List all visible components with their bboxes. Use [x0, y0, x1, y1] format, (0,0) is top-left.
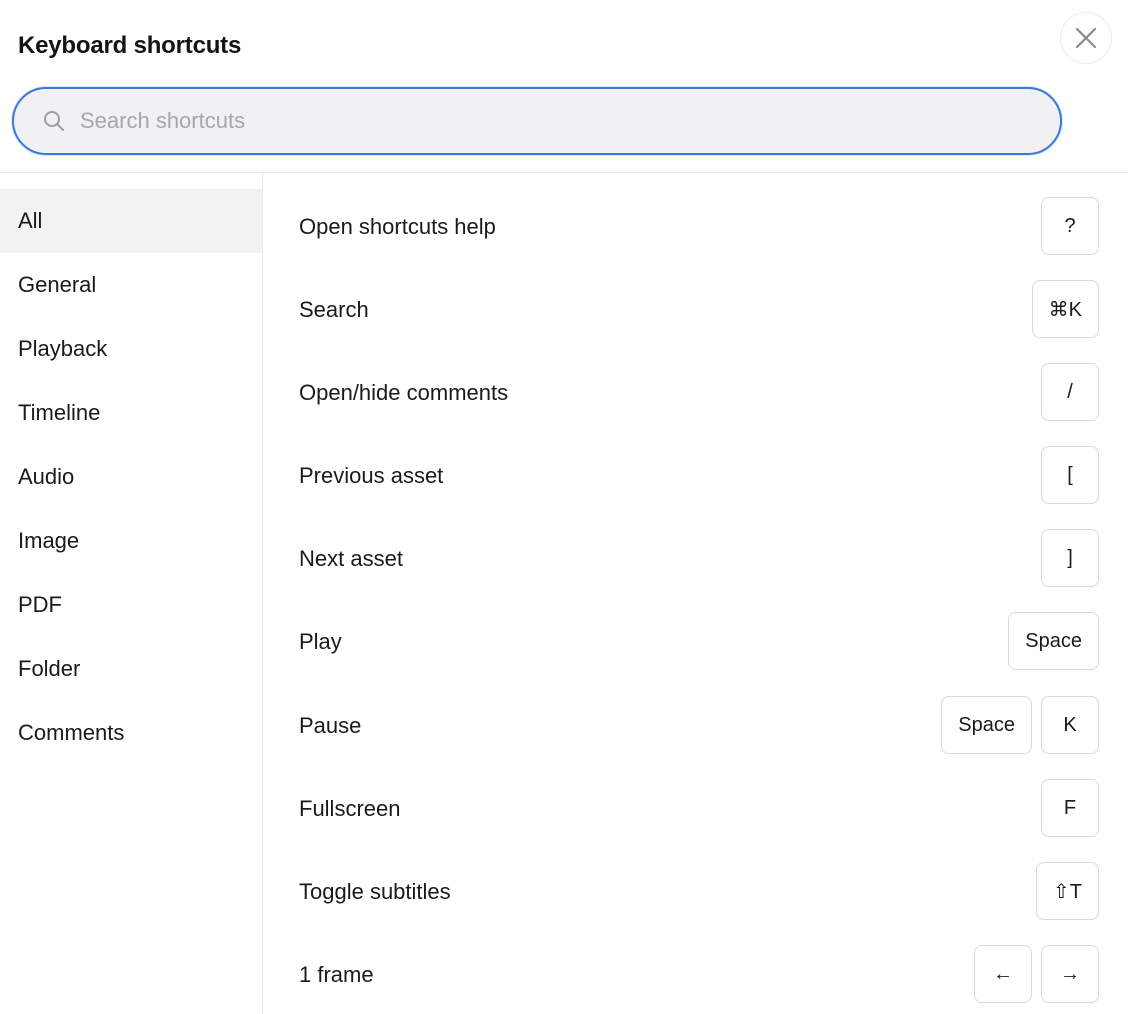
key-cap: ?: [1041, 197, 1099, 255]
key-cap: K: [1041, 696, 1099, 754]
shortcut-keys: F: [1041, 779, 1099, 839]
key-cap: ⇧T: [1036, 862, 1099, 920]
shortcut-keys: [: [1041, 446, 1099, 506]
shortcut-label: Previous asset: [299, 463, 444, 488]
close-button[interactable]: [1060, 12, 1112, 64]
key-cap: Space: [941, 696, 1032, 754]
sidebar-item-general[interactable]: General: [0, 253, 262, 317]
shortcut-keys: Space: [1008, 612, 1099, 672]
sidebar-item-audio[interactable]: Audio: [0, 445, 262, 509]
key-cap: ]: [1041, 529, 1099, 587]
search-input[interactable]: [80, 108, 980, 134]
shortcut-label: Next asset: [299, 546, 403, 571]
shortcut-label: Toggle subtitles: [299, 879, 451, 904]
shortcut-row: Previous asset [: [264, 446, 1099, 506]
sidebar-item-comments[interactable]: Comments: [0, 701, 262, 765]
key-cap: [: [1041, 446, 1099, 504]
shortcut-row: Fullscreen F: [264, 779, 1099, 839]
shortcut-row: Toggle subtitles ⇧T: [264, 862, 1099, 922]
sidebar-item-image[interactable]: Image: [0, 509, 262, 573]
key-cap: ⌘K: [1031, 280, 1099, 338]
shortcut-keys: ⇧T: [1036, 862, 1099, 922]
shortcut-keys: ← →: [974, 945, 1099, 1005]
shortcut-row: Search ⌘K: [264, 280, 1099, 340]
shortcut-label: Fullscreen: [299, 796, 401, 821]
key-cap: Space: [1008, 612, 1099, 670]
dialog-title: Keyboard shortcuts: [18, 32, 242, 59]
shortcut-row: Pause Space K: [264, 696, 1099, 756]
key-cap: F: [1041, 779, 1099, 837]
category-sidebar: All General Playback Timeline Audio Imag…: [0, 173, 263, 1014]
key-cap: →: [1041, 945, 1099, 1003]
shortcut-keys: ⌘K: [1031, 280, 1099, 340]
shortcut-label: Play: [299, 629, 342, 654]
shortcut-row: 1 frame ← →: [264, 945, 1099, 1005]
shortcut-keys: ?: [1041, 197, 1099, 257]
shortcut-label: Open shortcuts help: [299, 214, 496, 239]
shortcut-label: Open/hide comments: [299, 380, 509, 405]
key-cap: /: [1041, 363, 1099, 421]
sidebar-item-timeline[interactable]: Timeline: [0, 381, 262, 445]
dialog-header: Keyboard shortcuts: [0, 0, 1128, 173]
sidebar-item-folder[interactable]: Folder: [0, 637, 262, 701]
shortcut-row: Next asset ]: [264, 529, 1099, 589]
shortcut-label: 1 frame: [299, 962, 374, 987]
sidebar-item-all[interactable]: All: [0, 189, 262, 253]
shortcut-keys: Space K: [941, 696, 1099, 756]
search-icon: [42, 109, 66, 133]
shortcut-list: Open shortcuts help ? Search ⌘K Open/hid…: [264, 173, 1128, 1014]
sidebar-item-playback[interactable]: Playback: [0, 317, 262, 381]
shortcut-keys: ]: [1041, 529, 1099, 589]
key-cap: ←: [974, 945, 1032, 1003]
shortcut-label: Search: [299, 297, 369, 322]
sidebar-item-pdf[interactable]: PDF: [0, 573, 262, 637]
shortcut-row: Play Space: [264, 612, 1099, 672]
shortcut-label: Pause: [299, 713, 362, 738]
search-field[interactable]: [12, 87, 1062, 155]
shortcut-row: Open shortcuts help ?: [264, 197, 1099, 257]
close-icon: [1074, 26, 1098, 50]
shortcut-row: Open/hide comments /: [264, 363, 1099, 423]
shortcut-keys: /: [1041, 363, 1099, 423]
